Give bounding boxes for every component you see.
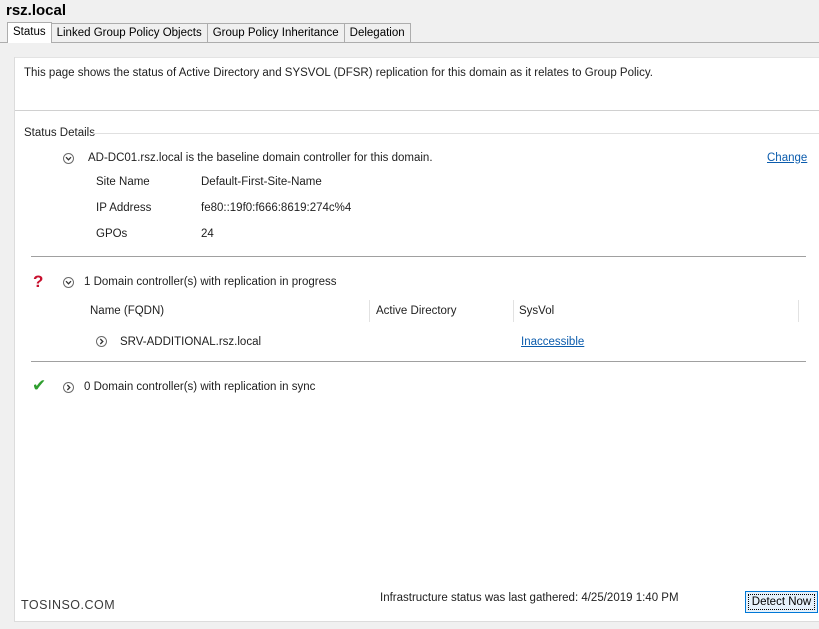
sysvol-status-link[interactable]: Inaccessible: [521, 336, 584, 348]
expand-row-icon[interactable]: [96, 336, 107, 347]
baseline-dc-text: AD-DC01.rsz.local is the baseline domain…: [88, 152, 433, 164]
detect-now-button[interactable]: Detect Now: [745, 591, 818, 613]
ip-address-label: IP Address: [96, 202, 152, 214]
last-gathered-status: Infrastructure status was last gathered:…: [380, 592, 679, 604]
question-mark-icon: ?: [33, 272, 44, 291]
tab-status[interactable]: Status: [7, 22, 52, 43]
gpos-value: 24: [201, 228, 214, 240]
tab-panel: This page shows the status of Active Dir…: [0, 42, 819, 629]
status-details-label: Status Details: [24, 127, 95, 139]
change-link[interactable]: Change: [767, 152, 807, 164]
collapse-baseline-icon[interactable]: [63, 153, 74, 164]
in-progress-text: 1 Domain controller(s) with replication …: [84, 276, 337, 288]
checkmark-icon: ✔: [32, 376, 47, 395]
divider-1: [31, 256, 806, 257]
tab-linked-gpos[interactable]: Linked Group Policy Objects: [50, 23, 208, 42]
site-name-value: Default-First-Site-Name: [201, 176, 322, 188]
divider-2: [31, 361, 806, 362]
column-separator: [798, 300, 799, 322]
ip-address-value: fe80::19f0:f666:8619:274c%4: [201, 202, 352, 214]
watermark: TOSINSO.COM: [21, 598, 116, 612]
section-divider: [93, 133, 819, 134]
status-content: This page shows the status of Active Dir…: [14, 57, 819, 622]
dc-name: SRV-ADDITIONAL.rsz.local: [120, 336, 262, 348]
col-header-sysvol[interactable]: SysVol: [519, 305, 554, 317]
domain-title: rsz.local: [6, 2, 67, 19]
tab-strip: Status Linked Group Policy Objects Group…: [7, 22, 411, 43]
column-separator: [369, 300, 370, 322]
collapse-in-progress-icon[interactable]: [63, 277, 74, 288]
expand-in-sync-icon[interactable]: [63, 382, 74, 393]
description-box: This page shows the status of Active Dir…: [15, 57, 819, 111]
column-separator: [513, 300, 514, 322]
site-name-label: Site Name: [96, 176, 150, 188]
tab-delegation[interactable]: Delegation: [343, 23, 411, 42]
in-sync-text: 0 Domain controller(s) with replication …: [84, 381, 316, 393]
col-header-active-directory[interactable]: Active Directory: [376, 305, 457, 317]
col-header-name[interactable]: Name (FQDN): [90, 305, 164, 317]
description-text: This page shows the status of Active Dir…: [24, 67, 653, 79]
gpos-label: GPOs: [96, 228, 128, 240]
tab-gp-inheritance[interactable]: Group Policy Inheritance: [206, 23, 345, 42]
